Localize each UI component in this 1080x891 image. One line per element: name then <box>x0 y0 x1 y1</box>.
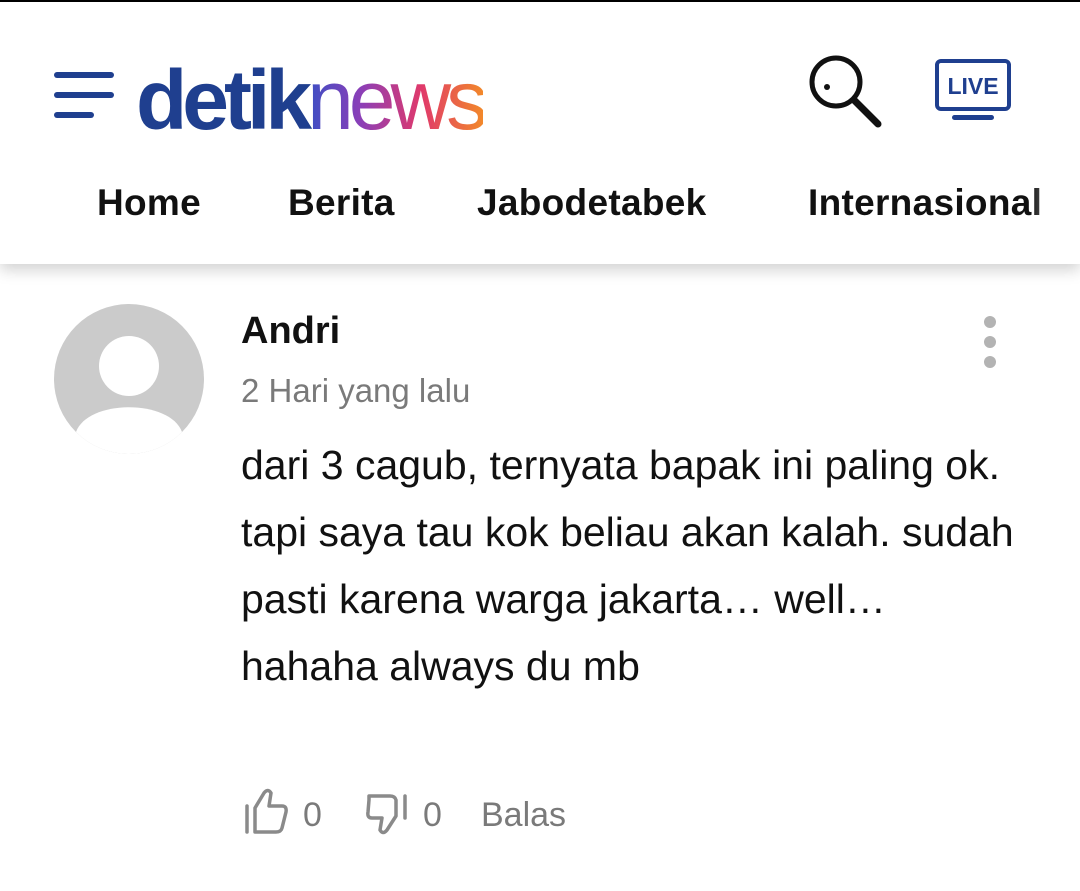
search-icon[interactable] <box>804 50 886 132</box>
tab-jabodetabek[interactable]: Jabodetabek <box>477 182 707 224</box>
comment-item: Andri 2 Hari yang lalu dari 3 cagub, ter… <box>0 264 1080 891</box>
tab-berita[interactable]: Berita <box>288 182 395 224</box>
more-vertical-icon[interactable] <box>976 314 1004 370</box>
detiknews-logo[interactable]: detiknews <box>136 50 488 150</box>
tab-home[interactable]: Home <box>97 182 201 224</box>
comment-timestamp: 2 Hari yang lalu <box>241 372 471 409</box>
comment-actions: 0 0 Balas <box>241 784 841 844</box>
dislike-count: 0 <box>423 796 442 834</box>
logo-detik: detik <box>136 53 312 147</box>
comment-text: dari 3 cagub, ternyata bapak ini paling … <box>241 442 1014 689</box>
tab-internasional[interactable]: Internasional <box>808 182 1042 224</box>
thumbs-down-icon[interactable] <box>365 784 417 844</box>
default-avatar-icon <box>54 304 204 454</box>
thumbs-up-icon[interactable] <box>241 784 293 844</box>
like-count: 0 <box>303 796 322 834</box>
live-label: LIVE <box>947 73 998 99</box>
reply-button[interactable]: Balas <box>481 796 566 835</box>
nav-fade-overlay <box>1030 182 1080 234</box>
category-nav: Home Berita Jabodetabek Internasional <box>0 182 1080 234</box>
live-tv-icon[interactable]: LIVE <box>934 58 1012 124</box>
comment-author[interactable]: Andri <box>241 310 340 353</box>
hamburger-menu-icon[interactable] <box>54 72 116 122</box>
site-header: detiknews LIVE Home Berita Jabodetabek I… <box>0 2 1080 264</box>
logo-news: news <box>307 53 488 147</box>
